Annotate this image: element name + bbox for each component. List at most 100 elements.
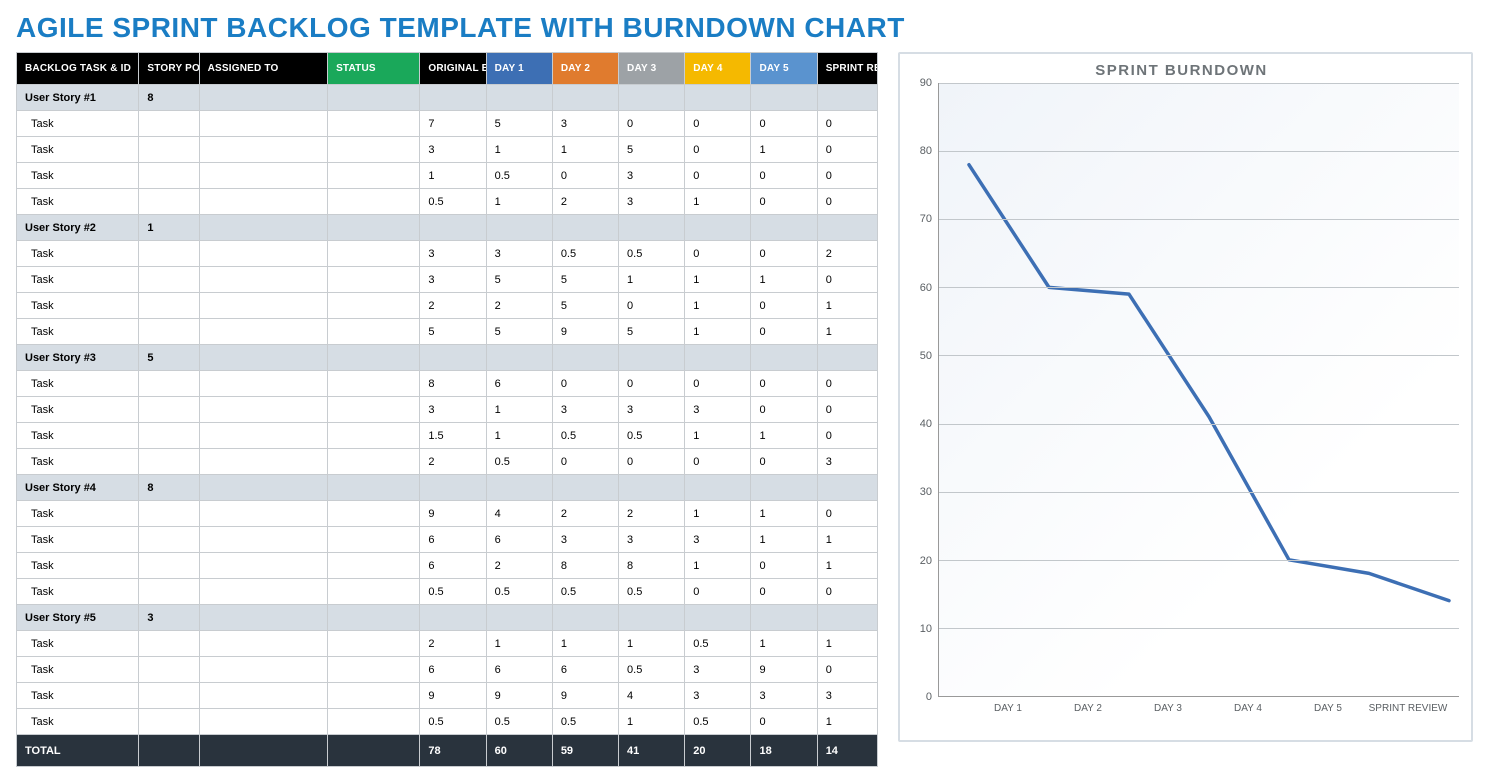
task-d2[interactable]: 2 bbox=[552, 189, 618, 215]
task-assigned[interactable] bbox=[199, 423, 327, 449]
task-rev[interactable]: 0 bbox=[817, 189, 877, 215]
task-assigned[interactable] bbox=[199, 111, 327, 137]
task-d4[interactable]: 3 bbox=[685, 657, 751, 683]
task-d1[interactable]: 1 bbox=[486, 631, 552, 657]
task-est[interactable]: 3 bbox=[420, 137, 486, 163]
task-d1[interactable]: 2 bbox=[486, 293, 552, 319]
task-d3[interactable]: 3 bbox=[619, 189, 685, 215]
task-assigned[interactable] bbox=[199, 397, 327, 423]
task-d5[interactable]: 0 bbox=[751, 319, 817, 345]
task-d4[interactable]: 1 bbox=[685, 293, 751, 319]
task-est[interactable]: 9 bbox=[420, 683, 486, 709]
task-assigned[interactable] bbox=[199, 501, 327, 527]
task-d3[interactable]: 1 bbox=[619, 709, 685, 735]
task-status[interactable] bbox=[328, 423, 420, 449]
task-d4[interactable]: 0.5 bbox=[685, 631, 751, 657]
task-name[interactable]: Task bbox=[17, 657, 139, 683]
task-rev[interactable]: 3 bbox=[817, 683, 877, 709]
task-d4[interactable]: 1 bbox=[685, 423, 751, 449]
task-name[interactable]: Task bbox=[17, 267, 139, 293]
task-name[interactable]: Task bbox=[17, 579, 139, 605]
task-rev[interactable]: 0 bbox=[817, 267, 877, 293]
task-d2[interactable]: 1 bbox=[552, 137, 618, 163]
task-rev[interactable]: 0 bbox=[817, 111, 877, 137]
task-sp[interactable] bbox=[139, 319, 199, 345]
task-d1[interactable]: 6 bbox=[486, 657, 552, 683]
task-d3[interactable]: 0 bbox=[619, 111, 685, 137]
task-name[interactable]: Task bbox=[17, 683, 139, 709]
task-sp[interactable] bbox=[139, 137, 199, 163]
task-d2[interactable]: 3 bbox=[552, 111, 618, 137]
task-sp[interactable] bbox=[139, 397, 199, 423]
task-d3[interactable]: 3 bbox=[619, 397, 685, 423]
task-d5[interactable]: 0 bbox=[751, 709, 817, 735]
task-d2[interactable]: 9 bbox=[552, 319, 618, 345]
task-d5[interactable]: 3 bbox=[751, 683, 817, 709]
task-sp[interactable] bbox=[139, 709, 199, 735]
task-d4[interactable]: 1 bbox=[685, 319, 751, 345]
task-d2[interactable]: 1 bbox=[552, 631, 618, 657]
task-d4[interactable]: 0 bbox=[685, 137, 751, 163]
task-est[interactable]: 9 bbox=[420, 501, 486, 527]
task-d1[interactable]: 0.5 bbox=[486, 579, 552, 605]
task-name[interactable]: Task bbox=[17, 449, 139, 475]
task-d2[interactable]: 5 bbox=[552, 267, 618, 293]
task-assigned[interactable] bbox=[199, 527, 327, 553]
task-d1[interactable]: 1 bbox=[486, 137, 552, 163]
task-rev[interactable]: 0 bbox=[817, 371, 877, 397]
task-d2[interactable]: 0.5 bbox=[552, 579, 618, 605]
task-d5[interactable]: 1 bbox=[751, 501, 817, 527]
task-d2[interactable]: 6 bbox=[552, 657, 618, 683]
task-assigned[interactable] bbox=[199, 137, 327, 163]
task-assigned[interactable] bbox=[199, 553, 327, 579]
task-d5[interactable]: 1 bbox=[751, 631, 817, 657]
task-d1[interactable]: 4 bbox=[486, 501, 552, 527]
task-est[interactable]: 6 bbox=[420, 657, 486, 683]
task-assigned[interactable] bbox=[199, 371, 327, 397]
task-d4[interactable]: 1 bbox=[685, 501, 751, 527]
task-d3[interactable]: 0.5 bbox=[619, 657, 685, 683]
task-d1[interactable]: 0.5 bbox=[486, 163, 552, 189]
task-rev[interactable]: 1 bbox=[817, 293, 877, 319]
task-status[interactable] bbox=[328, 501, 420, 527]
task-sp[interactable] bbox=[139, 163, 199, 189]
task-d5[interactable]: 0 bbox=[751, 111, 817, 137]
task-d5[interactable]: 1 bbox=[751, 267, 817, 293]
task-d3[interactable]: 0 bbox=[619, 371, 685, 397]
task-d1[interactable]: 9 bbox=[486, 683, 552, 709]
task-d2[interactable]: 3 bbox=[552, 527, 618, 553]
task-rev[interactable]: 1 bbox=[817, 631, 877, 657]
task-status[interactable] bbox=[328, 553, 420, 579]
task-status[interactable] bbox=[328, 189, 420, 215]
task-status[interactable] bbox=[328, 241, 420, 267]
task-d2[interactable]: 0.5 bbox=[552, 423, 618, 449]
task-sp[interactable] bbox=[139, 423, 199, 449]
task-d4[interactable]: 0 bbox=[685, 371, 751, 397]
task-rev[interactable]: 0 bbox=[817, 137, 877, 163]
task-d1[interactable]: 1 bbox=[486, 189, 552, 215]
task-sp[interactable] bbox=[139, 371, 199, 397]
task-name[interactable]: Task bbox=[17, 189, 139, 215]
task-sp[interactable] bbox=[139, 293, 199, 319]
task-d1[interactable]: 0.5 bbox=[486, 709, 552, 735]
task-est[interactable]: 0.5 bbox=[420, 709, 486, 735]
task-est[interactable]: 3 bbox=[420, 397, 486, 423]
task-d3[interactable]: 1 bbox=[619, 631, 685, 657]
task-sp[interactable] bbox=[139, 683, 199, 709]
task-d2[interactable]: 0 bbox=[552, 449, 618, 475]
task-est[interactable]: 2 bbox=[420, 293, 486, 319]
task-d4[interactable]: 0 bbox=[685, 579, 751, 605]
task-d3[interactable]: 0.5 bbox=[619, 423, 685, 449]
task-d1[interactable]: 5 bbox=[486, 267, 552, 293]
task-rev[interactable]: 3 bbox=[817, 449, 877, 475]
task-d4[interactable]: 0 bbox=[685, 111, 751, 137]
task-rev[interactable]: 0 bbox=[817, 579, 877, 605]
task-d5[interactable]: 0 bbox=[751, 371, 817, 397]
task-d5[interactable]: 0 bbox=[751, 397, 817, 423]
task-rev[interactable]: 0 bbox=[817, 397, 877, 423]
task-d3[interactable]: 3 bbox=[619, 527, 685, 553]
task-d5[interactable]: 0 bbox=[751, 163, 817, 189]
task-est[interactable]: 2 bbox=[420, 449, 486, 475]
task-status[interactable] bbox=[328, 163, 420, 189]
task-d2[interactable]: 9 bbox=[552, 683, 618, 709]
